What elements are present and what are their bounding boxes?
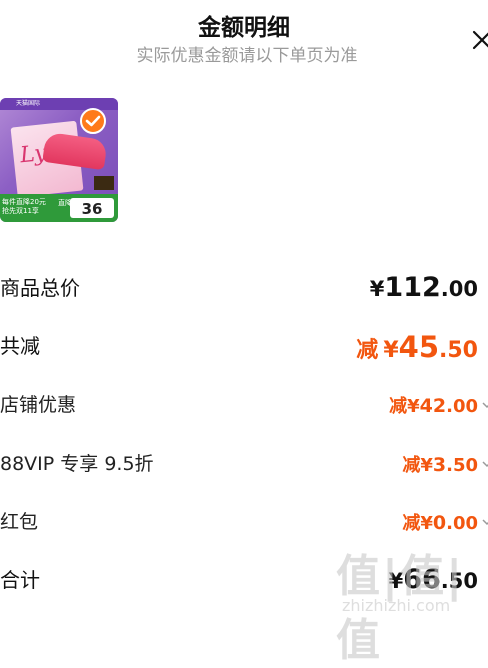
amount-decimal: .50 <box>440 569 478 593</box>
discount-prefix: 减 <box>402 513 421 534</box>
row-vip-discount[interactable]: 88VIP 专享 9.5折 减¥3.50 <box>0 449 488 479</box>
subtotal-label: 合计 <box>0 568 40 592</box>
page-subtitle: 实际优惠金额请以下单页为准 <box>136 46 358 66</box>
row-total-price: 商品总价 ¥112.00 <box>0 272 488 304</box>
chevron-down-icon <box>482 519 488 526</box>
discount-prefix: 减 <box>402 455 421 476</box>
total-price-label: 商品总价 <box>0 276 80 300</box>
amount-integer: 0 <box>432 512 447 534</box>
discount-prefix: 减 <box>356 338 379 363</box>
currency-symbol: ¥ <box>369 277 385 301</box>
total-discount-value: 减 ¥45.50 <box>356 330 478 364</box>
amount-decimal: .00 <box>440 277 478 301</box>
watermark-url: zhizhizhi.com <box>342 596 451 615</box>
close-icon <box>472 30 488 50</box>
row-red-packet[interactable]: 红包 减¥0.00 <box>0 507 488 537</box>
chevron-down-icon <box>482 402 488 409</box>
price-tag-label: 直降 <box>58 199 72 207</box>
modal-header: 金额明细 实际优惠金额请以下单页为准 <box>0 0 488 70</box>
amount-integer: 66 <box>403 564 441 595</box>
product-promo-text: 每件直降20元 抢先双11享 <box>0 198 46 216</box>
currency-symbol: ¥ <box>388 569 404 593</box>
store-discount-label: 店铺优惠 <box>0 394 77 416</box>
currency-symbol: ¥ <box>407 396 420 417</box>
chevron-down-icon <box>482 461 488 468</box>
amount-decimal: .50 <box>446 455 478 476</box>
vip-discount-label: 88VIP 专享 9.5折 <box>0 453 154 475</box>
amount-integer: 45 <box>398 330 440 364</box>
amount-integer: 3 <box>432 454 447 476</box>
discount-prefix: 减 <box>389 396 408 417</box>
amount-decimal: .00 <box>446 396 478 417</box>
subtotal-value: ¥66.50 <box>389 564 478 595</box>
amount-decimal: .00 <box>446 513 478 534</box>
page-title: 金额明细 <box>198 15 290 41</box>
red-packet-label: 红包 <box>0 511 39 533</box>
amount-integer: 42 <box>419 395 447 417</box>
close-button[interactable] <box>470 28 488 52</box>
currency-symbol: ¥ <box>420 513 433 534</box>
product-thumbnail[interactable]: 天猫国际 Lycée 每件直降20元 抢先双11享 直降 36 <box>0 98 118 222</box>
store-discount-value: 减¥42.00 <box>389 392 478 418</box>
red-packet-value: 减¥0.00 <box>402 509 478 535</box>
product-banner: 天猫国际 <box>0 98 118 110</box>
total-price-value: ¥112.00 <box>370 272 478 303</box>
row-subtotal: 合计 ¥66.50 <box>0 564 488 598</box>
currency-symbol: ¥ <box>383 338 399 363</box>
price-tag-value: 36 <box>81 200 103 218</box>
gift-badge <box>94 176 114 190</box>
total-discount-label: 共减 <box>0 334 40 358</box>
vip-discount-value: 减¥3.50 <box>402 451 478 477</box>
row-total-discount: 共减 减 ¥45.50 <box>0 330 488 366</box>
amount-decimal: .50 <box>439 338 478 363</box>
check-icon <box>85 115 101 127</box>
row-store-discount[interactable]: 店铺优惠 减¥42.00 <box>0 390 488 420</box>
currency-symbol: ¥ <box>420 455 433 476</box>
amount-integer: 112 <box>384 272 441 303</box>
watermark-logo: 值|值|值 <box>336 551 465 666</box>
promo-line-1: 每件直降20元 <box>2 198 46 206</box>
selected-check-badge <box>80 108 106 134</box>
promo-line-2: 抢先双11享 <box>2 207 39 215</box>
